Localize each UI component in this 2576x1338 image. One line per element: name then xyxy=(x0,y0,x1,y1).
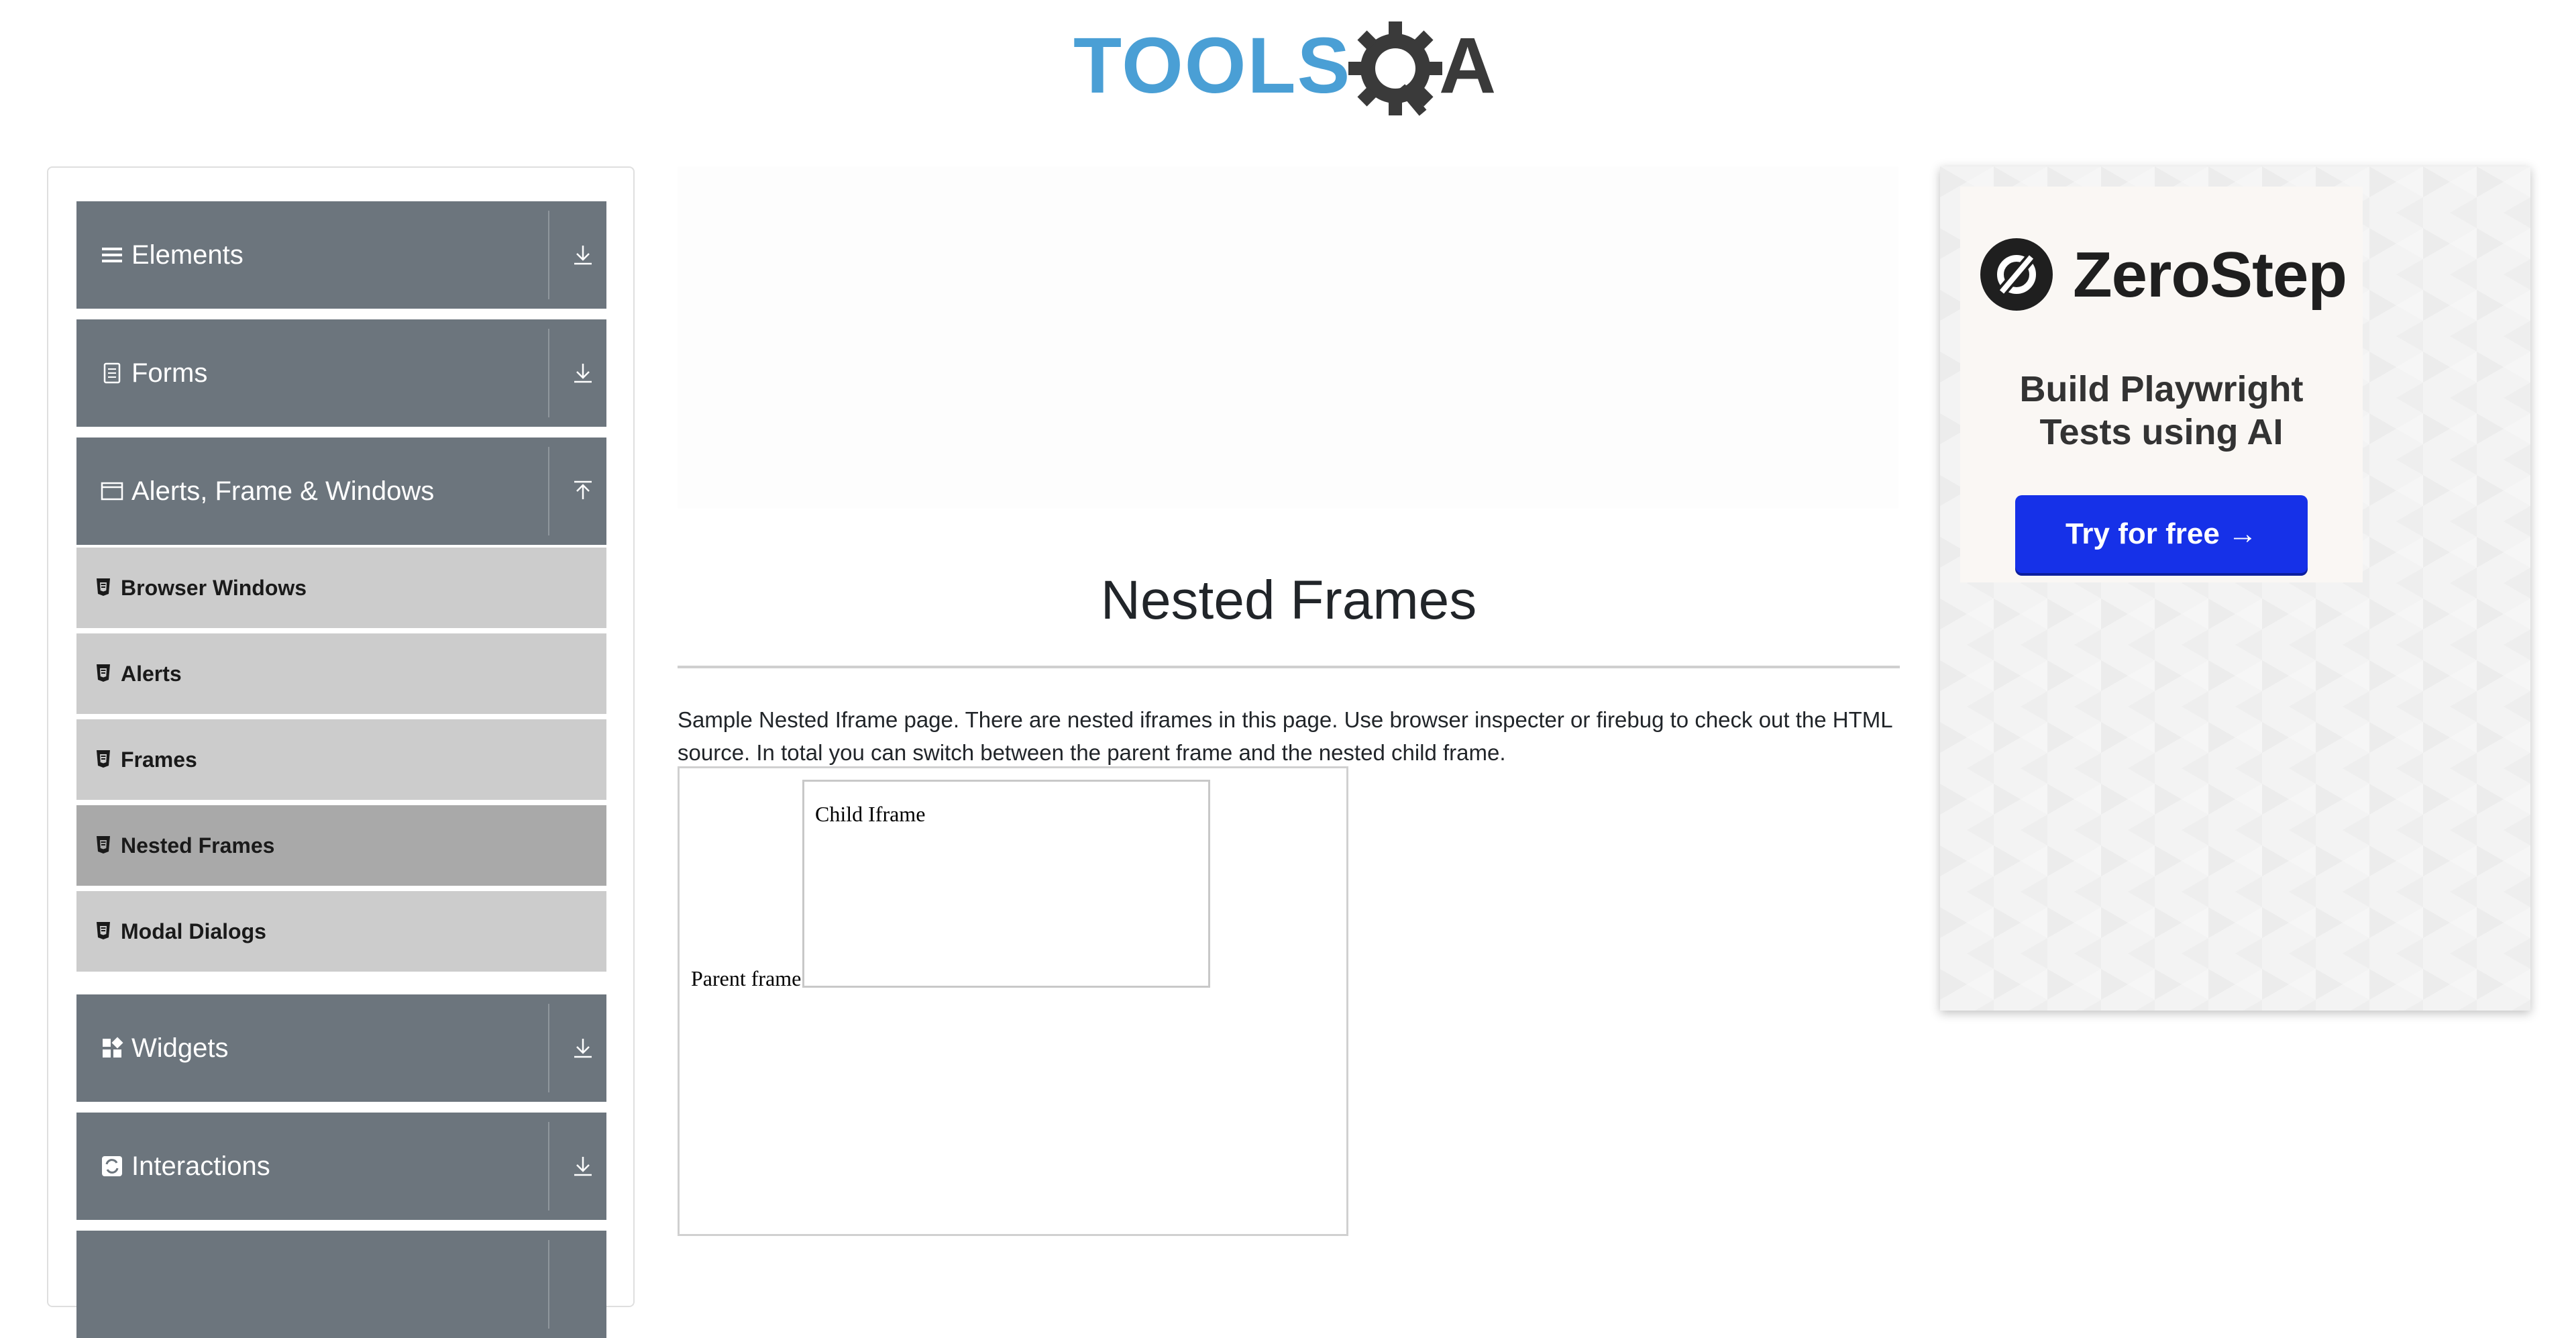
child-frame-text: Child Iframe xyxy=(815,802,926,826)
top-ad-placeholder xyxy=(678,166,1898,509)
group-label: Alerts, Frame & Windows xyxy=(131,476,435,506)
zerostep-logo-icon xyxy=(1980,238,2053,311)
ad-brand: ZeroStep xyxy=(2073,239,2347,311)
sidebar-item-browser-windows[interactable]: Browser Windows xyxy=(76,545,606,628)
sidebar-item-alerts[interactable]: Alerts xyxy=(76,631,606,714)
group-elements[interactable]: Elements xyxy=(76,201,606,309)
sidebar-item-label: Alerts xyxy=(121,662,182,686)
ad-headline-line2: Tests using AI xyxy=(2039,412,2284,452)
page-description: Sample Nested Iframe page. There are nes… xyxy=(678,707,1892,765)
group-widgets[interactable]: Widgets xyxy=(76,994,606,1102)
html5-icon xyxy=(97,664,110,682)
logo-text-tools: TOOLS xyxy=(1073,21,1351,110)
divider xyxy=(548,329,549,417)
group-forms[interactable]: Forms xyxy=(76,319,606,427)
sidebar-item-label: Frames xyxy=(121,748,197,772)
divider xyxy=(548,211,549,299)
sidebar-item-modal-dialogs[interactable]: Modal Dialogs xyxy=(76,888,606,972)
group-alerts-frame-windows[interactable]: Alerts, Frame & Windows xyxy=(76,438,606,545)
group-label: Elements xyxy=(131,240,244,270)
sidebar-item-frames[interactable]: Frames xyxy=(76,717,606,800)
group-label: Widgets xyxy=(131,1033,229,1063)
interactions-icon xyxy=(102,1156,122,1176)
group-label: Interactions xyxy=(131,1151,270,1181)
ad-content: ZeroStep Build Playwright Tests using AI… xyxy=(1960,187,2363,582)
divider xyxy=(548,1122,549,1211)
sidebar-item-nested-frames[interactable]: Nested Frames xyxy=(76,803,606,886)
try-for-free-button[interactable]: Try for free → xyxy=(2015,495,2308,573)
divider xyxy=(548,1004,549,1092)
parent-iframe[interactable]: Child Iframe Parent frame xyxy=(678,766,1348,1236)
logo-text-a: A xyxy=(1439,21,1496,110)
download-icon xyxy=(574,1157,592,1176)
gear-icon xyxy=(1348,21,1442,116)
download-icon xyxy=(574,364,592,383)
group-label: Forms xyxy=(131,358,208,388)
page-title: Nested Frames xyxy=(1100,570,1477,631)
html5-icon xyxy=(97,922,110,939)
divider xyxy=(548,447,549,535)
toolsqa-logo[interactable]: TOOLS A xyxy=(1073,20,1509,121)
sidebar-item-label: Nested Frames xyxy=(121,833,275,858)
html5-icon xyxy=(97,578,110,596)
sidebar: Elements Forms Alerts, Frame & Windows B… xyxy=(47,166,635,1338)
window-icon xyxy=(101,482,123,501)
widgets-icon xyxy=(103,1037,123,1058)
upload-icon xyxy=(574,480,592,499)
download-icon xyxy=(574,1039,592,1058)
zerostep-ad[interactable]: ZeroStep Build Playwright Tests using AI… xyxy=(1940,166,2530,1011)
child-iframe[interactable]: Child Iframe xyxy=(802,780,1210,988)
group-book-store[interactable] xyxy=(76,1231,606,1338)
title-divider xyxy=(678,666,1900,668)
download-icon xyxy=(574,246,592,265)
document-icon xyxy=(103,362,121,384)
parent-frame-text: Parent frame xyxy=(691,966,802,990)
html5-icon xyxy=(97,836,110,854)
ad-headline-line1: Build Playwright xyxy=(2019,369,2304,409)
sidebar-item-label: Modal Dialogs xyxy=(121,919,266,943)
divider xyxy=(548,1240,549,1329)
group-interactions[interactable]: Interactions xyxy=(76,1113,606,1220)
ad-headline: Build Playwright Tests using AI xyxy=(1960,368,2363,454)
sidebar-item-label: Browser Windows xyxy=(121,576,307,600)
html5-icon xyxy=(97,750,110,768)
hamburger-icon xyxy=(102,248,122,262)
